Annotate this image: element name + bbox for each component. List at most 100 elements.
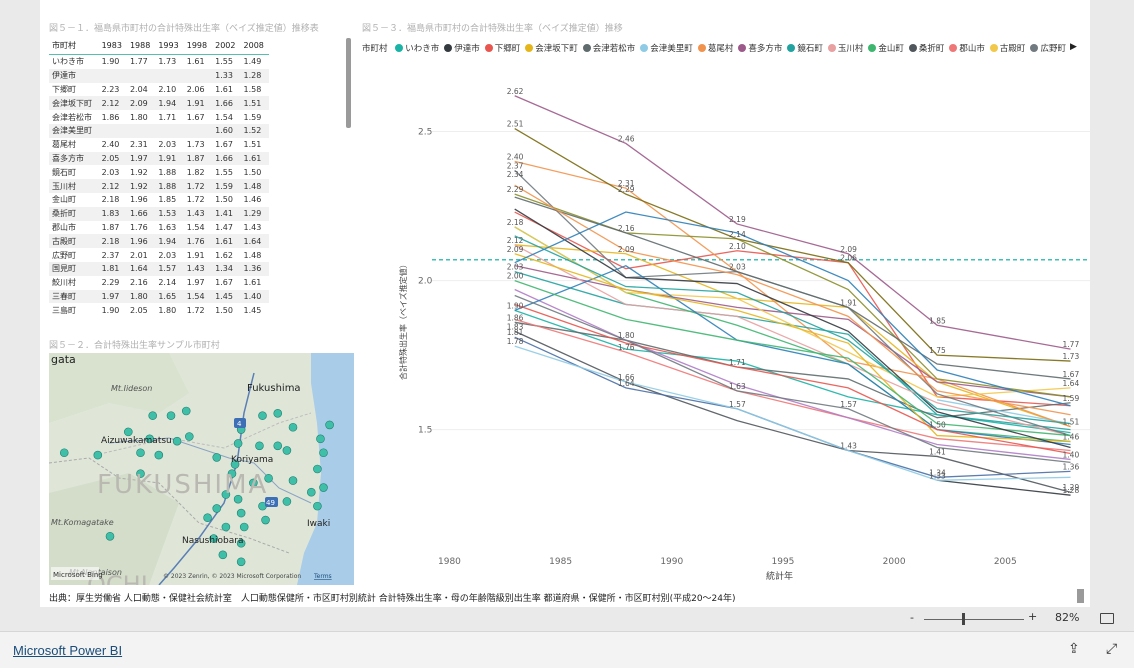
column-header[interactable]: 2008	[240, 36, 269, 55]
map-terms-link[interactable]: Terms	[313, 573, 332, 580]
chart-legend[interactable]: 市町村 いわき市 伊達市 下郷町 会津坂下町 会津若松市 会津美里町 葛尾村 喜多方市 鏡石町 玉…	[362, 42, 1087, 56]
table-row[interactable]: 国見町 1.81 1.64 1.57 1.43 1.34 1.36	[49, 261, 269, 276]
map-pin[interactable]	[203, 513, 212, 523]
map-pin[interactable]	[124, 427, 133, 437]
map-pin[interactable]	[288, 476, 298, 485]
column-header[interactable]: 2002	[212, 36, 241, 55]
map-pin[interactable]	[288, 422, 298, 432]
map-pin[interactable]	[258, 411, 267, 420]
series-line[interactable]	[514, 211, 1071, 407]
legend-item[interactable]: 葛尾村	[697, 42, 733, 54]
table-row[interactable]: 郡山市 1.87 1.76 1.63 1.54 1.47 1.43	[49, 221, 269, 235]
series-line[interactable]	[514, 184, 1071, 416]
share-icon[interactable]: ⇪	[1068, 641, 1080, 657]
zoom-in-button[interactable]: +	[1028, 610, 1037, 623]
map-pin[interactable]	[236, 557, 246, 567]
legend-item[interactable]: 伊達市	[444, 42, 480, 54]
column-header[interactable]: 1983	[98, 36, 127, 55]
map-pin[interactable]	[239, 522, 249, 532]
legend-item[interactable]: 金山町	[868, 42, 904, 54]
map-pin[interactable]	[282, 497, 292, 506]
table-row[interactable]: 広野町 2.37 2.01 2.03 1.91 1.62 1.48	[49, 248, 269, 262]
fit-to-page-icon[interactable]	[1100, 613, 1114, 624]
table-row[interactable]: 桑折町 1.83 1.66 1.53 1.43 1.41 1.29	[49, 206, 269, 221]
zoom-slider[interactable]	[924, 619, 1024, 620]
series-line[interactable]	[514, 226, 1071, 398]
map-pin[interactable]	[221, 522, 231, 532]
map-pin[interactable]	[313, 501, 322, 511]
legend-item[interactable]: 下郷町	[484, 42, 520, 54]
table-row[interactable]: いわき市 1.90 1.77 1.73 1.61 1.55 1.49	[49, 55, 269, 69]
series-line[interactable]	[514, 253, 1071, 443]
legend-item[interactable]: いわき市	[395, 42, 439, 54]
power-bi-link[interactable]: Microsoft Power BI	[13, 643, 122, 658]
map-pin[interactable]	[181, 406, 191, 416]
map-pin[interactable]	[236, 508, 246, 518]
table-row[interactable]: 喜多方市 2.05 1.97 1.91 1.87 1.66 1.61	[49, 151, 269, 166]
map-visual[interactable]: gata Mt.Iideson Fukushima Aizuwakamatsu …	[49, 353, 354, 585]
table-row[interactable]: 鏡石町 2.03 1.92 1.88 1.82 1.55 1.50	[49, 165, 269, 179]
column-header[interactable]: 1988	[126, 36, 156, 55]
map-pin[interactable]	[105, 531, 115, 541]
legend-item[interactable]: 郡山市	[949, 42, 985, 54]
series-line[interactable]	[514, 336, 1071, 478]
table-row[interactable]: 会津美里町 1.60 1.52	[49, 123, 269, 138]
column-header[interactable]: 1993	[155, 36, 184, 55]
map-pin[interactable]	[261, 515, 270, 525]
series-line[interactable]	[514, 211, 1071, 407]
page-scrollbar[interactable]	[1077, 589, 1084, 603]
zoom-out-button[interactable]: -	[910, 611, 914, 624]
zoom-slider-thumb[interactable]	[962, 613, 965, 625]
map-pin[interactable]	[316, 434, 325, 444]
map-pin[interactable]	[218, 550, 228, 560]
map-pin[interactable]	[313, 464, 322, 474]
table-row[interactable]: 玉川村 2.12 1.92 1.88 1.72 1.59 1.48	[49, 179, 269, 193]
map-pin[interactable]	[59, 448, 69, 458]
map-pin[interactable]	[273, 441, 283, 451]
table-row[interactable]: 金山町 2.18 1.96 1.85 1.72 1.50 1.46	[49, 193, 269, 207]
legend-item[interactable]: 鏡石町	[787, 42, 823, 54]
series-line[interactable]	[514, 345, 1071, 481]
legend-item[interactable]: 玉川村	[827, 42, 863, 54]
expand-icon[interactable]: ⤢	[1106, 641, 1117, 657]
legend-next-icon[interactable]: ▶	[1070, 42, 1077, 52]
map-pin[interactable]	[233, 439, 243, 448]
legend-item[interactable]: 喜多方市	[738, 42, 782, 54]
map-pin[interactable]	[166, 411, 176, 420]
map-pin[interactable]	[172, 436, 182, 446]
map-pin[interactable]	[136, 448, 145, 458]
map-pin[interactable]	[154, 450, 164, 460]
legend-item[interactable]: 会津坂下町	[525, 42, 578, 54]
map-pin[interactable]	[282, 446, 292, 455]
map-pin[interactable]	[93, 450, 103, 460]
series-line[interactable]	[514, 264, 1071, 446]
table-row[interactable]: 下郷町 2.23 2.04 2.10 2.06 1.61 1.58	[49, 83, 269, 97]
map-pin[interactable]	[325, 420, 334, 430]
map-pin[interactable]	[273, 409, 283, 418]
table-row[interactable]: 会津若松市 1.86 1.80 1.71 1.67 1.54 1.59	[49, 110, 269, 124]
table-row[interactable]: 古殿町 2.18 1.96 1.94 1.76 1.61 1.64	[49, 234, 269, 249]
line-chart[interactable]: 1.52.02.51980198519901995200020052010統計年…	[360, 60, 1090, 585]
series-line[interactable]	[514, 160, 1071, 428]
data-table[interactable]: 市町村 1983 1988 1993 1998 2002 2008 いわき市 1.90 1.77…	[49, 36, 345, 317]
column-header[interactable]: 1998	[183, 36, 213, 55]
map-pin[interactable]	[255, 441, 264, 451]
series-line[interactable]	[514, 95, 1071, 350]
map-pin[interactable]	[306, 487, 316, 497]
table-row[interactable]: 三島町 1.90 2.05 1.80 1.72 1.50 1.45	[49, 303, 269, 317]
legend-item[interactable]: 古殿町	[989, 42, 1025, 54]
map-pin[interactable]	[212, 504, 222, 513]
table-row[interactable]: 伊達市 1.33 1.28	[49, 68, 269, 83]
table-row[interactable]: 葛尾村 2.40 2.31 2.03 1.73 1.67 1.51	[49, 138, 269, 152]
table-row[interactable]: 会津坂下町 2.12 2.09 1.94 1.91 1.66 1.51	[49, 96, 269, 111]
table-row[interactable]: 鮫川村 2.29 2.16 2.14 1.97 1.67 1.61	[49, 276, 269, 290]
series-line[interactable]	[937, 479, 1071, 496]
legend-item[interactable]: 桑折町	[908, 42, 944, 54]
map-pin[interactable]	[319, 448, 328, 458]
column-header[interactable]: 市町村	[49, 36, 99, 55]
map-pin[interactable]	[319, 483, 328, 492]
map-pin[interactable]	[185, 432, 194, 441]
table-scrollbar[interactable]	[346, 38, 351, 128]
legend-item[interactable]: 会津美里町	[640, 42, 693, 54]
map-pin[interactable]	[148, 411, 157, 420]
